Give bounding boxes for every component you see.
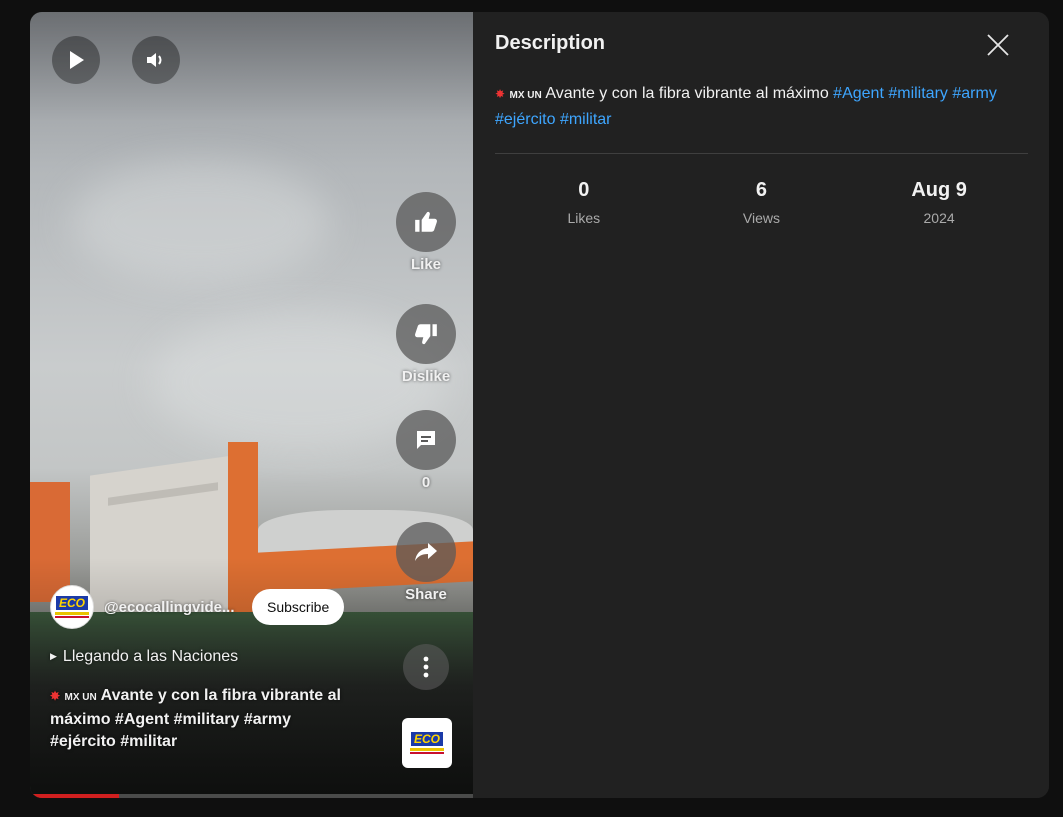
video-player[interactable]: Like Dislike 0 Share ECO @ecocallingvide…: [30, 12, 473, 798]
playlist-label: Llegando a las Naciones: [62, 648, 239, 665]
volume-button[interactable]: [132, 36, 180, 84]
description-flags: MX UN: [509, 90, 542, 101]
like-button[interactable]: [396, 192, 456, 252]
hashtag-link[interactable]: #Agent: [833, 85, 884, 102]
like-action[interactable]: Like: [396, 192, 456, 273]
hashtag-link[interactable]: #militar: [560, 111, 612, 128]
dislike-action[interactable]: Dislike: [396, 304, 456, 385]
more-vertical-icon: [423, 656, 429, 678]
like-label: Like: [410, 256, 441, 273]
logo-stripe: [410, 752, 444, 754]
divider: [495, 153, 1028, 154]
logo-stripe: [55, 616, 89, 618]
views-value: 6: [755, 179, 768, 201]
views-label: Views: [742, 210, 780, 226]
hashtag-link[interactable]: #military: [888, 85, 948, 102]
progress-fill: [30, 794, 119, 798]
dislike-button[interactable]: [396, 304, 456, 364]
logo-stripe: [410, 748, 444, 751]
likes-stat: 0 Likes: [495, 179, 673, 226]
panel-title: Description: [495, 32, 606, 54]
date-stat: Aug 9 2024: [850, 179, 1028, 226]
views-stat: 6 Views: [673, 179, 851, 226]
collision-icon: ✸: [50, 689, 61, 703]
description-text: ✸ MX UN Avante y con la fibra vibrante a…: [495, 82, 1035, 132]
close-icon: [987, 34, 1009, 56]
logo-stripe: [55, 612, 89, 615]
play-button[interactable]: [52, 36, 100, 84]
play-icon: [70, 51, 84, 69]
progress-bar[interactable]: [30, 794, 473, 798]
video-title[interactable]: ✸ MX UN Avante y con la fibra vibrante a…: [50, 685, 350, 753]
share-button[interactable]: [396, 522, 456, 582]
thumbnail-logo-text: ECO: [410, 732, 443, 746]
stats-row: 0 Likes 6 Views Aug 9 2024: [495, 179, 1028, 226]
thumbs-up-icon: [415, 211, 437, 232]
description-panel: Description ✸ MX UN Avante y con la fibr…: [473, 12, 1049, 798]
channel-handle[interactable]: @ecocallingvide...: [104, 599, 244, 616]
hashtag-link[interactable]: #army: [952, 85, 996, 102]
subscribe-button[interactable]: Subscribe: [252, 589, 345, 625]
playlist-link[interactable]: ▶ Llegando a las Naciones: [50, 648, 238, 666]
comments-button[interactable]: [396, 410, 456, 470]
playlist-arrow-icon: ▶: [50, 651, 57, 662]
channel-avatar[interactable]: ECO: [50, 585, 94, 629]
title-flags: MX UN: [64, 692, 97, 703]
more-options-button[interactable]: [403, 644, 449, 690]
share-action[interactable]: Share: [396, 522, 456, 603]
collision-icon: ✸: [495, 87, 506, 101]
date-year: 2024: [923, 210, 955, 226]
thumbs-down-icon: [415, 324, 437, 345]
description-body: Avante y con la fibra vibrante al máximo: [545, 85, 829, 102]
hashtag-link[interactable]: #ejército: [495, 111, 555, 128]
shorts-viewer: Like Dislike 0 Share ECO @ecocallingvide…: [30, 12, 1049, 798]
channel-logo-text: ECO: [55, 596, 88, 610]
dislike-label: Dislike: [401, 368, 451, 385]
likes-label: Likes: [567, 210, 601, 226]
sound-thumbnail[interactable]: ECO: [402, 718, 452, 768]
comments-action[interactable]: 0: [396, 410, 456, 491]
date-value: Aug 9: [911, 179, 967, 201]
comment-icon: [417, 431, 435, 449]
share-icon: [415, 543, 437, 561]
likes-value: 0: [578, 179, 590, 201]
scene-cloud: [70, 162, 330, 282]
close-button[interactable]: [983, 30, 1013, 60]
volume-icon: [147, 53, 162, 67]
share-label: Share: [405, 586, 447, 603]
comments-count: 0: [421, 474, 431, 491]
channel-row: ECO @ecocallingvide... Subscribe: [50, 585, 345, 629]
